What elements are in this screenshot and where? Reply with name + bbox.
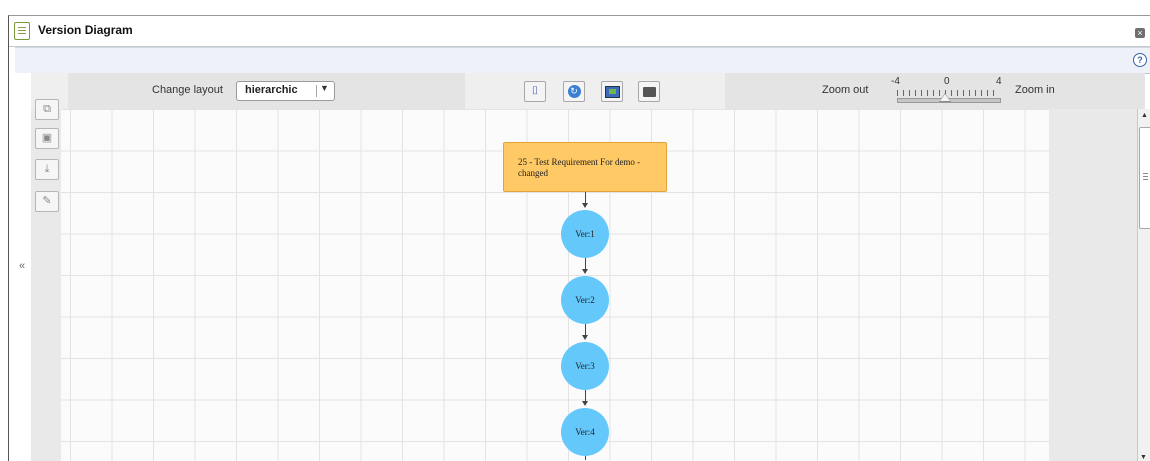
version-node[interactable]: Ver:2 — [561, 276, 609, 324]
zoom-min-label: -4 — [891, 76, 900, 87]
collapse-left-icon[interactable]: « — [19, 260, 25, 272]
refresh-icon: ↻ — [567, 85, 581, 98]
window-title: Version Diagram — [38, 23, 133, 37]
zoom-slider[interactable]: -4 0 4 — [891, 76, 1006, 106]
edge-connector — [585, 456, 586, 460]
version-node[interactable]: Ver:1 — [561, 210, 609, 258]
version-node[interactable]: Ver:3 — [561, 342, 609, 390]
grip-icon — [1143, 173, 1148, 180]
chevron-down-icon: ▼ — [320, 83, 329, 93]
title-bar: Version Diagram × — [9, 16, 1150, 47]
collapse-panel: « — [15, 73, 31, 461]
copy-button[interactable]: ⧉ — [35, 99, 59, 120]
paste-button[interactable]: ▣ — [35, 128, 59, 149]
scroll-thumb[interactable] — [1139, 127, 1150, 229]
help-bar: ? — [15, 47, 1150, 74]
arrow-head-icon — [582, 269, 588, 274]
document-icon — [14, 22, 30, 40]
layout-select-value: hierarchic — [245, 84, 298, 96]
requirement-node[interactable]: 25 - Test Requirement For demo - changed — [503, 142, 667, 192]
paste-icon: ▣ — [41, 132, 53, 144]
tool-sidebar: ⧉ ▣ ⤓ ✎ — [31, 99, 61, 461]
close-icon[interactable]: × — [1135, 28, 1145, 38]
arrow-head-icon — [582, 335, 588, 340]
refresh-button[interactable]: ↻ — [563, 81, 585, 102]
zoom-thumb[interactable] — [939, 93, 951, 102]
toolbar-segment — [465, 73, 725, 109]
layout-select[interactable]: hierarchic ▼ — [236, 81, 335, 101]
connector-button[interactable]: ⤓ — [35, 159, 59, 180]
canvas-margin — [1049, 109, 1137, 461]
vertical-scrollbar[interactable]: ▲ ▼ — [1137, 109, 1150, 461]
help-icon[interactable]: ? — [1133, 53, 1147, 67]
export-image-button[interactable] — [601, 81, 623, 102]
scroll-up-icon[interactable]: ▲ — [1140, 112, 1149, 124]
zoom-in-label[interactable]: Zoom in — [1015, 84, 1055, 96]
select-divider — [316, 85, 317, 97]
print-button[interactable] — [638, 81, 660, 102]
printer-icon — [642, 87, 656, 97]
copy-icon: ⧉ — [43, 103, 51, 115]
diagram-toolbar: Change layout hierarchic ▼ ⌷ ↻ Zoom out … — [31, 73, 1145, 110]
pencil-icon: ✎ — [42, 195, 52, 207]
version-node[interactable]: Ver:4 — [561, 408, 609, 456]
arrow-head-icon — [582, 203, 588, 208]
zoom-mid-label: 0 — [944, 76, 950, 87]
change-layout-label: Change layout — [152, 84, 223, 96]
arrow-head-icon — [582, 401, 588, 406]
connector-icon: ⤓ — [44, 163, 50, 175]
fit-to-page-button[interactable]: ⌷ — [524, 81, 546, 102]
edit-button[interactable]: ✎ — [35, 191, 59, 212]
zoom-max-label: 4 — [996, 76, 1002, 87]
export-image-icon — [604, 86, 620, 98]
zoom-out-label[interactable]: Zoom out — [822, 84, 868, 96]
fit-page-icon: ⌷ — [531, 85, 539, 97]
